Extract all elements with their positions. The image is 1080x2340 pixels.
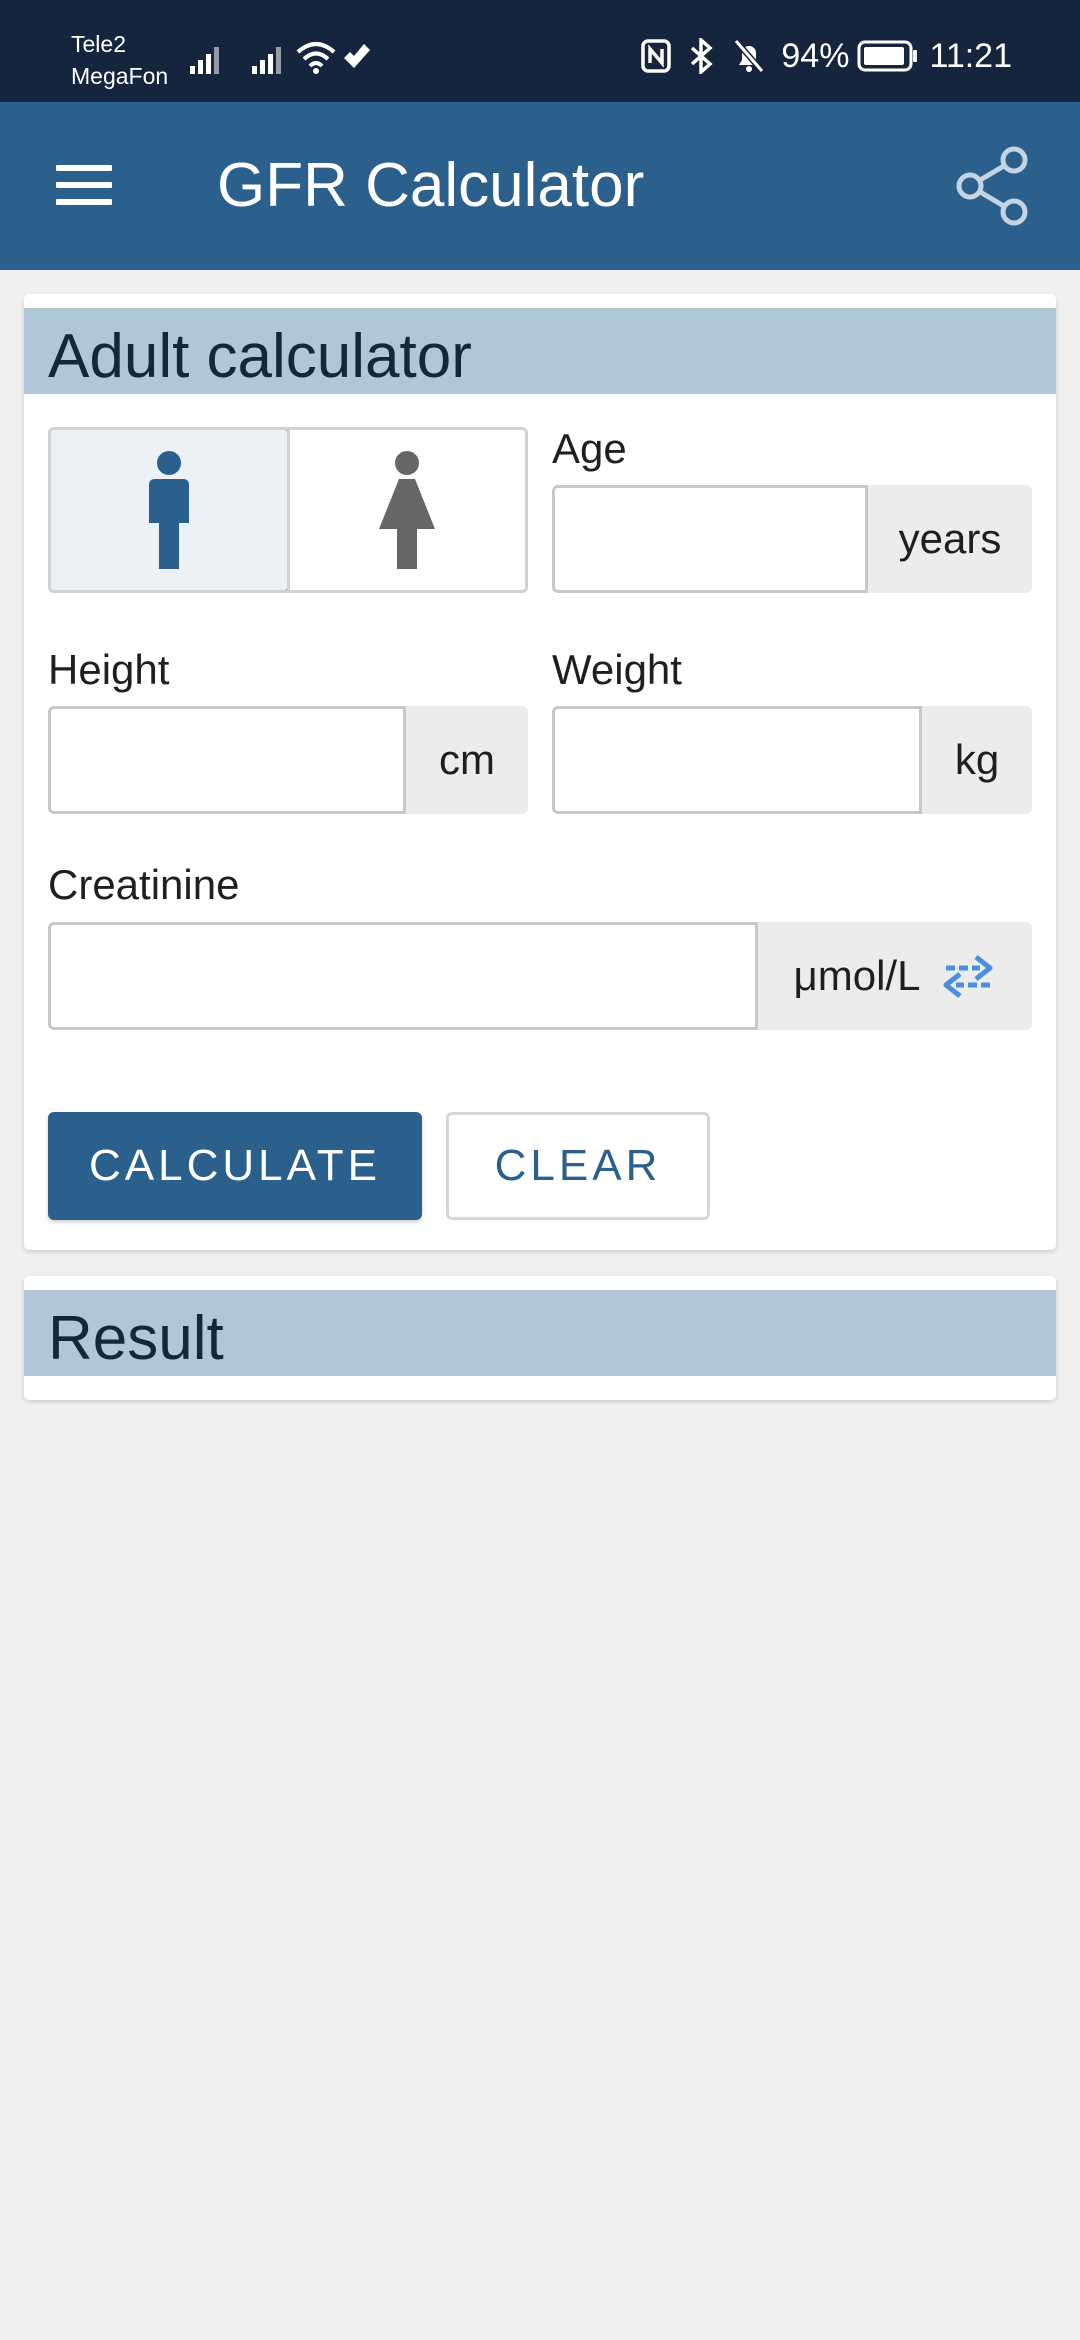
gender-toggle xyxy=(48,427,528,593)
calculator-title: Adult calculator xyxy=(48,322,472,391)
creatinine-input[interactable] xyxy=(48,922,758,1030)
creatinine-unit: μmol/L xyxy=(793,952,921,999)
creatinine-label: Creatinine xyxy=(48,861,240,908)
wifi-icon xyxy=(296,42,336,74)
height-input[interactable] xyxy=(48,706,406,814)
gender-female-option[interactable] xyxy=(286,430,526,590)
screen: Tele2 MegaFon 94% 11:21 GFR Calculator A… xyxy=(0,0,1080,2340)
creatinine-unit-selector[interactable]: μmol/L xyxy=(758,922,1032,1030)
height-unit: cm xyxy=(406,706,528,814)
data-saver-icon xyxy=(344,44,370,68)
status-right: 94% 11:21 xyxy=(641,36,1012,76)
signal-icon xyxy=(190,47,219,74)
carrier-1: Tele2 xyxy=(71,31,126,57)
height-label: Height xyxy=(48,646,170,693)
battery-percent: 94% xyxy=(781,37,850,75)
swap-arrows-icon[interactable] xyxy=(940,951,996,1001)
clear-button[interactable]: CLEAR xyxy=(446,1112,710,1220)
bluetooth-icon xyxy=(691,38,714,74)
nfc-icon xyxy=(641,39,672,73)
age-input[interactable] xyxy=(552,485,868,593)
female-icon xyxy=(379,451,436,569)
weight-input-group: kg xyxy=(552,706,1032,814)
height-input-group: cm xyxy=(48,706,528,814)
result-card: Result xyxy=(24,1276,1056,1400)
share-icon[interactable] xyxy=(954,146,1030,226)
weight-label: Weight xyxy=(552,646,682,693)
carrier-names: Tele2 MegaFon xyxy=(71,28,168,92)
male-icon xyxy=(148,451,189,569)
weight-unit: kg xyxy=(922,706,1032,814)
result-title: Result xyxy=(48,1304,224,1373)
result-card-header: Result xyxy=(24,1290,1056,1376)
gender-male-option[interactable] xyxy=(51,430,290,590)
bell-muted-icon xyxy=(734,39,765,73)
status-bar: Tele2 MegaFon 94% 11:21 xyxy=(0,0,1080,102)
age-input-group: years xyxy=(552,485,1032,593)
creatinine-input-group: μmol/L xyxy=(48,922,1032,1030)
weight-input[interactable] xyxy=(552,706,922,814)
app-bar: GFR Calculator xyxy=(0,102,1080,270)
age-label: Age xyxy=(552,425,627,472)
clock: 11:21 xyxy=(929,37,1012,75)
battery-icon xyxy=(857,40,918,72)
calculate-button[interactable]: CALCULATE xyxy=(48,1112,422,1220)
calculator-card-header: Adult calculator xyxy=(24,308,1056,394)
hamburger-menu-icon[interactable] xyxy=(54,161,114,209)
signal-icon-2 xyxy=(252,47,281,74)
carrier-2: MegaFon xyxy=(71,63,169,89)
age-unit: years xyxy=(868,485,1032,593)
app-title: GFR Calculator xyxy=(217,151,645,220)
